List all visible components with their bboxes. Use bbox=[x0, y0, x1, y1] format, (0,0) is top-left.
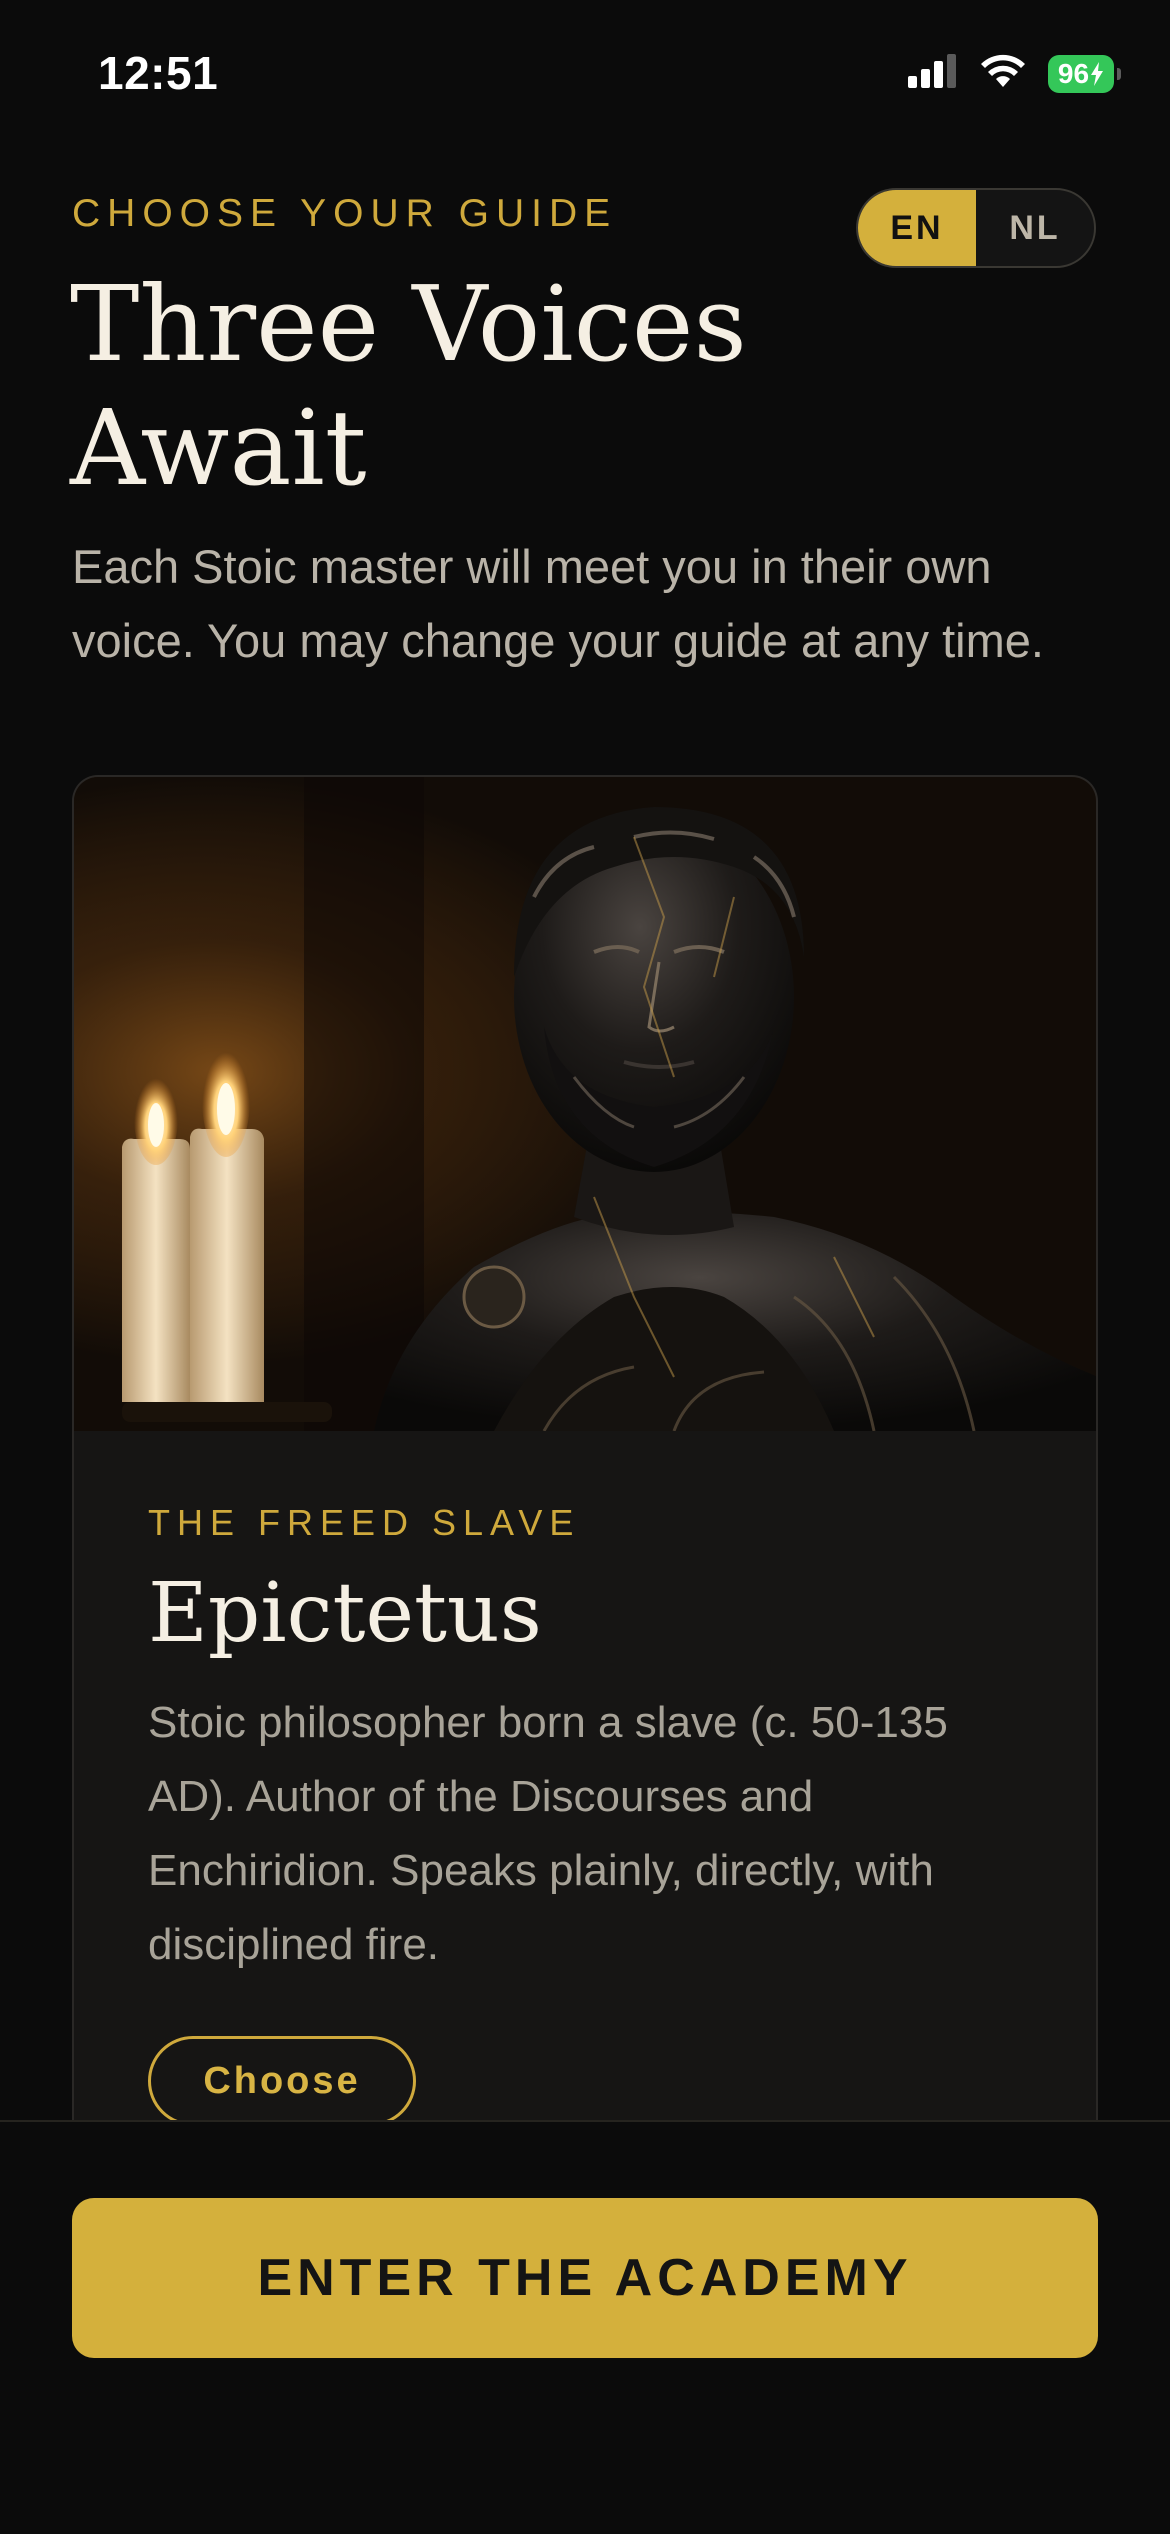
guide-description: Stoic philosopher born a slave (c. 50-13… bbox=[148, 1698, 948, 1969]
language-toggle[interactable]: EN NL bbox=[856, 188, 1096, 268]
guide-card: THE FREED SLAVE Epictetus Stoic philosop… bbox=[72, 775, 1098, 2135]
wifi-icon bbox=[980, 54, 1026, 93]
intro-text: Each Stoic master will meet you in their… bbox=[72, 540, 1044, 667]
guide-epithet: THE FREED SLAVE bbox=[148, 1502, 581, 1543]
status-bar: 12:51 96 bbox=[0, 0, 1170, 150]
language-option-en[interactable]: EN bbox=[858, 190, 976, 266]
guide-card-body: THE FREED SLAVE Epictetus Stoic philosop… bbox=[148, 1502, 1028, 2126]
status-icons: 96 bbox=[908, 54, 1121, 93]
bottom-action-bar: ENTER THE ACADEMY bbox=[0, 2120, 1170, 2534]
guide-portrait-image bbox=[74, 777, 1096, 1431]
language-option-nl[interactable]: NL bbox=[976, 190, 1094, 266]
guide-name: Epictetus bbox=[148, 1566, 542, 1661]
battery-level: 96 bbox=[1057, 57, 1090, 89]
battery-charging-icon: 96 bbox=[1048, 54, 1121, 93]
status-time: 12:51 bbox=[98, 47, 219, 99]
page-title: Three Voices Await bbox=[70, 263, 747, 509]
enter-academy-button[interactable]: ENTER THE ACADEMY bbox=[72, 2198, 1098, 2358]
choose-guide-button[interactable]: Choose bbox=[148, 2036, 416, 2126]
section-eyebrow: CHOOSE YOUR GUIDE bbox=[72, 192, 618, 235]
signal-icon bbox=[908, 54, 958, 93]
